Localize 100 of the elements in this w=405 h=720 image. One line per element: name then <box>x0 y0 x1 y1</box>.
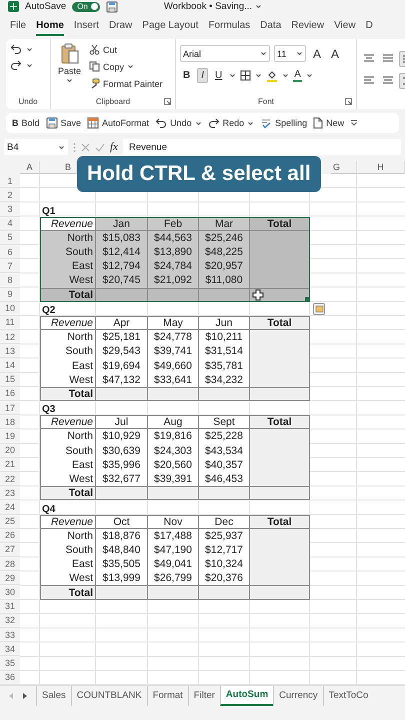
sheet-tab[interactable]: AutoSum <box>220 686 274 706</box>
sheet-tab[interactable]: Sales <box>36 686 71 706</box>
table-cell <box>250 386 310 401</box>
toolbar-button[interactable]: AutoFormat <box>87 117 150 129</box>
row-number[interactable]: 11 <box>0 316 20 330</box>
row-number[interactable]: 9 <box>0 288 20 302</box>
caret-icon[interactable] <box>247 120 254 126</box>
row-label: South <box>40 444 96 458</box>
table-cell <box>96 386 148 401</box>
redo-icon[interactable] <box>10 59 22 71</box>
table-cell <box>148 585 199 600</box>
caret-icon[interactable] <box>194 120 202 126</box>
menu-tab[interactable]: File <box>10 16 26 36</box>
check-icon[interactable] <box>95 142 105 152</box>
autosave-toggle[interactable]: On <box>72 2 100 12</box>
table-cell: $35,996 <box>96 458 148 472</box>
header-cell: Oct <box>96 514 148 529</box>
menu-tab[interactable]: View <box>334 16 356 36</box>
shrink-font-button[interactable]: A <box>328 46 342 62</box>
toolbar-button[interactable]: New <box>313 117 344 129</box>
undo-icon[interactable] <box>155 117 168 129</box>
column-header[interactable]: A <box>20 161 40 174</box>
row-number[interactable]: 21 <box>0 458 20 472</box>
menu-tab[interactable]: Page Layout <box>142 16 198 36</box>
column-header[interactable]: H <box>357 161 405 174</box>
row-number[interactable]: 31 <box>0 600 20 614</box>
ribbon-button[interactable]: Cut <box>88 43 164 56</box>
table-cell <box>250 528 310 543</box>
font-style-button[interactable]: B <box>180 69 194 82</box>
menu-tab[interactable]: Formulas <box>208 16 250 36</box>
caret-icon[interactable] <box>296 50 303 57</box>
paste-button[interactable]: Paste <box>55 43 84 96</box>
ribbon-button[interactable]: Copy <box>88 60 164 73</box>
toolbar-button[interactable]: Spelling <box>260 117 308 129</box>
row-number[interactable]: 26 <box>0 528 20 543</box>
caret-icon[interactable] <box>58 144 65 150</box>
caret-icon[interactable] <box>229 72 236 79</box>
row-label: West <box>40 472 96 486</box>
caret-icon[interactable] <box>260 50 267 57</box>
caret-icon[interactable] <box>255 3 262 10</box>
undo-icon[interactable] <box>10 43 22 55</box>
borders-icon[interactable] <box>240 70 252 81</box>
row-number[interactable]: 20 <box>0 444 20 458</box>
align-icon <box>382 75 394 85</box>
table-cell <box>199 486 250 500</box>
row-number[interactable]: 15 <box>0 372 20 387</box>
insert-function-button[interactable]: fx <box>110 141 118 153</box>
sheet-tab[interactable]: TextToCo <box>322 686 374 706</box>
caret-icon[interactable] <box>282 72 290 79</box>
toolbar-button[interactable]: Save <box>46 117 82 129</box>
row-number[interactable]: 10 <box>0 302 20 316</box>
caret-icon[interactable] <box>26 62 33 68</box>
dialog-launcher-icon[interactable] <box>164 98 171 105</box>
menu-tab[interactable]: D <box>366 16 373 36</box>
row-number[interactable]: 27 <box>0 542 20 558</box>
row-number[interactable]: 16 <box>0 386 20 401</box>
caret-icon[interactable] <box>306 72 313 79</box>
fill-color-icon[interactable] <box>266 70 278 82</box>
caret-icon[interactable] <box>66 77 73 84</box>
row-label: North <box>40 330 96 344</box>
table-icon <box>87 117 100 129</box>
name-box[interactable]: B4 <box>4 139 68 155</box>
sheet-tab[interactable]: COUNTBLANK <box>70 686 147 706</box>
row-number[interactable]: 25 <box>0 514 20 529</box>
row-number[interactable]: 32 <box>0 614 20 628</box>
sheet-tab[interactable]: Format <box>146 686 188 706</box>
column-header[interactable]: B <box>40 161 77 174</box>
font-style-button[interactable]: U <box>212 69 226 82</box>
toolbar-button[interactable]: Redo <box>208 117 254 129</box>
ribbon-button[interactable]: Format Painter <box>88 77 164 90</box>
font-size-field[interactable]: 11 <box>274 45 306 62</box>
menu-tab[interactable]: Insert <box>74 16 99 36</box>
overflow-icon[interactable] <box>350 119 358 127</box>
menu-tab[interactable]: Data <box>260 16 282 36</box>
table-cell: $39,391 <box>148 472 199 486</box>
row-number[interactable]: 4 <box>0 216 20 231</box>
caret-icon[interactable] <box>127 63 134 70</box>
toolbar-button[interactable]: Undo <box>155 117 202 129</box>
column-header[interactable]: G <box>331 161 357 174</box>
font-color-button[interactable]: A <box>293 69 302 82</box>
grow-font-button[interactable]: A <box>310 46 324 62</box>
toolbar-button[interactable]: B Bold <box>12 118 40 128</box>
redo-icon[interactable] <box>208 117 220 129</box>
menu-tab[interactable]: Review <box>291 16 324 36</box>
row-number[interactable]: 36 <box>0 670 20 685</box>
row-number[interactable]: 5 <box>0 230 20 245</box>
quick-analysis-icon[interactable] <box>313 302 325 315</box>
font-name-field[interactable]: Arial <box>180 45 270 62</box>
next-sheet-icon[interactable] <box>22 692 28 700</box>
document-title[interactable]: Workbook • Saving... <box>164 1 252 12</box>
menu-tab[interactable]: Home <box>36 16 64 36</box>
dialog-launcher-icon[interactable] <box>345 98 352 105</box>
table-cell <box>148 288 199 302</box>
header-cell: Revenue <box>40 514 96 529</box>
caret-icon[interactable] <box>255 72 262 79</box>
sheet-tab[interactable]: Currency <box>273 686 323 706</box>
caret-icon[interactable] <box>26 46 33 52</box>
font-style-button[interactable]: I <box>197 68 208 83</box>
formula-field[interactable]: Revenue <box>122 139 401 155</box>
menu-tab[interactable]: Draw <box>108 16 132 36</box>
